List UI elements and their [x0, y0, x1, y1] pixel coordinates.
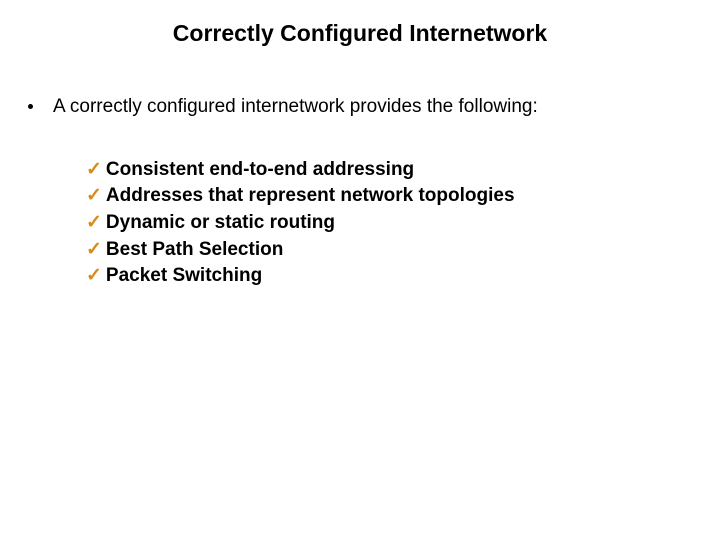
- list-item-text: Consistent end-to-end addressing: [106, 158, 414, 183]
- list-item: ✓ Addresses that represent network topol…: [86, 184, 720, 209]
- lead-bullet: A correctly configured internetwork prov…: [28, 95, 720, 120]
- slide-content: A correctly configured internetwork prov…: [0, 95, 720, 289]
- list-item-text: Dynamic or static routing: [106, 211, 335, 236]
- check-list: ✓ Consistent end-to-end addressing ✓ Add…: [28, 158, 720, 289]
- check-icon: ✓: [86, 211, 102, 236]
- check-icon: ✓: [86, 238, 102, 263]
- slide-title: Correctly Configured Internetwork: [0, 20, 720, 47]
- lead-text: A correctly configured internetwork prov…: [53, 95, 538, 120]
- list-item-text: Packet Switching: [106, 264, 262, 289]
- bullet-dot-icon: [28, 104, 33, 109]
- check-icon: ✓: [86, 184, 102, 209]
- list-item: ✓ Best Path Selection: [86, 238, 720, 263]
- list-item-text: Addresses that represent network topolog…: [106, 184, 515, 209]
- list-item: ✓ Consistent end-to-end addressing: [86, 158, 720, 183]
- check-icon: ✓: [86, 264, 102, 289]
- list-item-text: Best Path Selection: [106, 238, 283, 263]
- list-item: ✓ Dynamic or static routing: [86, 211, 720, 236]
- list-item: ✓ Packet Switching: [86, 264, 720, 289]
- check-icon: ✓: [86, 158, 102, 183]
